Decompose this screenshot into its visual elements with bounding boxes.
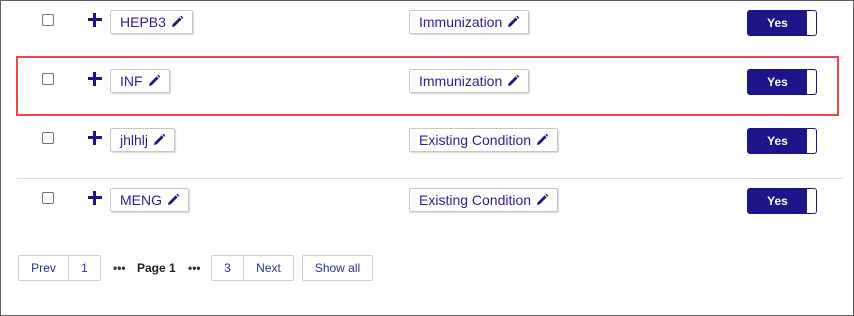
pagination-ellipsis: ••• — [113, 261, 126, 275]
status-toggle[interactable]: Yes — [747, 128, 817, 154]
toggle-knob — [806, 129, 816, 153]
category-label: Existing Condition — [419, 132, 532, 148]
pagination-ellipsis: ••• — [188, 261, 201, 275]
status-toggle[interactable]: Yes — [747, 10, 817, 36]
next-button[interactable]: Next — [243, 255, 294, 281]
page-1-button[interactable]: 1 — [68, 255, 101, 281]
row-checkbox[interactable] — [42, 132, 54, 144]
code-label: MENG — [120, 192, 162, 208]
selection-highlight — [16, 56, 839, 116]
table-row: MENG Existing Condition Yes — [17, 171, 843, 229]
table-row: jhlhlj Existing Condition Yes — [17, 111, 843, 169]
toggle-knob — [806, 189, 816, 213]
current-page-label: Page 1 — [137, 261, 176, 275]
toggle-label: Yes — [767, 134, 788, 148]
show-all-label: Show all — [314, 261, 361, 275]
pencil-icon — [508, 15, 520, 27]
plus-icon[interactable] — [87, 190, 103, 206]
row-checkbox[interactable] — [42, 192, 54, 204]
status-toggle[interactable]: Yes — [747, 188, 817, 214]
pencil-icon — [537, 133, 549, 145]
category-edit-button[interactable]: Existing Condition — [409, 188, 559, 212]
pencil-icon — [171, 15, 184, 27]
pencil-icon — [168, 193, 180, 205]
code-edit-button[interactable]: jhlhlj — [110, 128, 176, 152]
code-edit-button[interactable]: MENG — [110, 188, 189, 212]
code-edit-button[interactable]: HEPB3 — [110, 10, 193, 34]
code-label: jhlhlj — [120, 132, 149, 148]
category-label: Existing Condition — [419, 192, 532, 208]
plus-icon[interactable] — [87, 130, 103, 146]
page-3-label: 3 — [224, 261, 231, 275]
toggle-label: Yes — [767, 194, 788, 208]
prev-button[interactable]: Prev — [18, 255, 69, 281]
toggle-knob — [806, 11, 816, 35]
toggle-label: Yes — [767, 16, 788, 30]
code-label: HEPB3 — [120, 14, 166, 30]
table-row: HEPB3 Immunization Yes — [17, 0, 843, 51]
pencil-icon — [537, 193, 549, 205]
records-panel: HEPB3 Immunization Yes INF Immunization … — [0, 0, 854, 316]
category-edit-button[interactable]: Immunization — [409, 10, 530, 34]
prev-label: Prev — [31, 261, 56, 275]
page-3-button[interactable]: 3 — [211, 255, 244, 281]
page-1-label: 1 — [81, 261, 88, 275]
plus-icon[interactable] — [87, 12, 103, 28]
next-label: Next — [256, 261, 281, 275]
show-all-button[interactable]: Show all — [302, 255, 373, 281]
category-edit-button[interactable]: Existing Condition — [409, 128, 559, 152]
row-checkbox[interactable] — [42, 14, 54, 26]
category-label: Immunization — [419, 14, 503, 30]
pencil-icon — [154, 133, 166, 145]
